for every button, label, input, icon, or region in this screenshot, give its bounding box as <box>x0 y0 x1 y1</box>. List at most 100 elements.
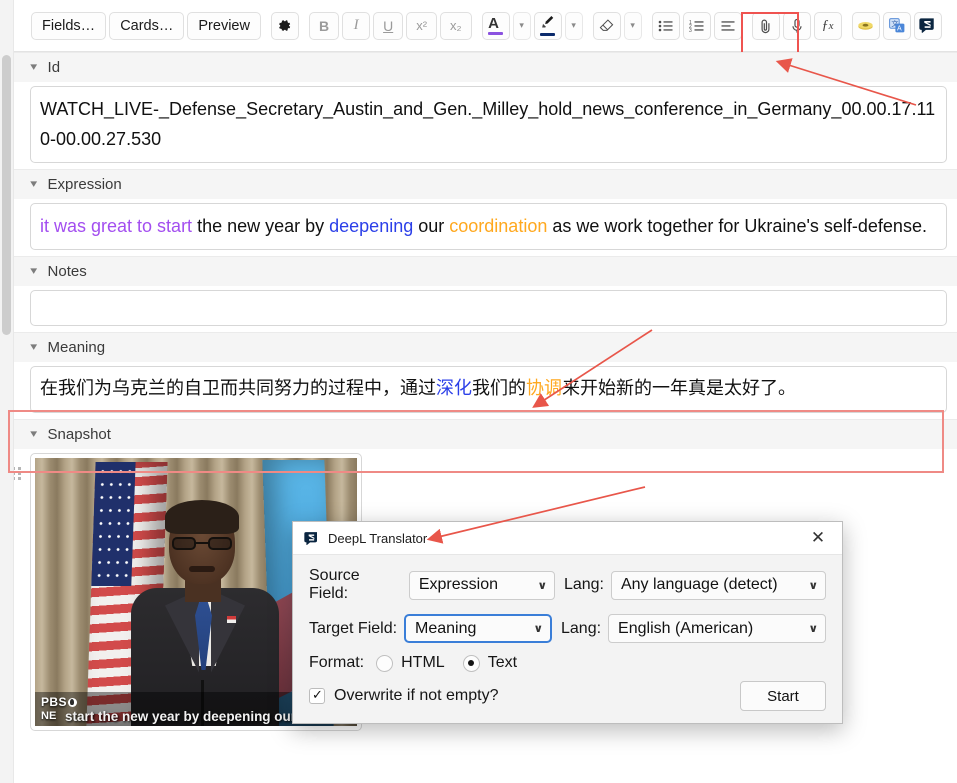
pbs-newshour-watermark: NE <box>41 710 57 722</box>
meaning-segment: 深化 <box>436 378 472 399</box>
text-color-button[interactable]: A <box>481 11 510 40</box>
field-label-meaning: Meaning <box>47 339 106 356</box>
start-button-label: Start <box>767 687 799 705</box>
drag-handle[interactable] <box>14 467 21 480</box>
chevron-down-icon: ▾ <box>30 178 38 190</box>
dialog-title-bar[interactable]: DeepL Translator ✕ <box>293 522 842 555</box>
overwrite-checkbox[interactable] <box>309 687 325 704</box>
chevron-down-icon: ∨ <box>808 623 819 635</box>
field-label-id: Id <box>47 59 61 76</box>
field-input-expression[interactable]: it was great to start the new year by de… <box>30 203 947 250</box>
remove-formatting-button[interactable] <box>592 11 621 40</box>
dialog-title: DeepL Translator <box>328 530 428 546</box>
settings-gear-button[interactable] <box>270 11 299 40</box>
gear-icon <box>279 20 291 31</box>
chevron-down-icon: ▾ <box>630 20 635 30</box>
eraser-icon <box>599 19 614 31</box>
preview-button[interactable]: Preview <box>187 11 261 40</box>
deepl-translator-button[interactable] <box>913 11 942 40</box>
superscript-button[interactable]: x² <box>406 11 438 40</box>
field-input-id[interactable]: WATCH_LIVE-_Defense_Secretary_Austin_and… <box>30 86 947 163</box>
subscript-button[interactable]: x₂ <box>440 11 472 40</box>
marker-pen-icon <box>540 15 556 36</box>
field-header-id[interactable]: ▾ Id <box>14 52 957 82</box>
record-audio-button[interactable] <box>782 11 811 40</box>
field-input-notes[interactable] <box>30 290 947 326</box>
attach-media-button[interactable] <box>751 11 780 40</box>
underline-button[interactable]: U <box>373 11 404 40</box>
expression-segment: our <box>413 216 450 236</box>
target-lang-select[interactable]: English (American) ∨ <box>608 614 826 643</box>
image-occlusion-button[interactable] <box>851 11 880 40</box>
google-translate-button[interactable]: 文 A <box>882 11 911 40</box>
flag-canton <box>91 462 136 586</box>
text-color-a-icon: A <box>488 16 504 35</box>
deepl-translator-dialog: DeepL Translator ✕ Source Field: Express… <box>292 521 843 724</box>
close-icon: ✕ <box>810 528 826 547</box>
source-field-label: Source Field: <box>309 567 360 602</box>
remove-formatting-dropdown[interactable]: ▾ <box>623 11 642 40</box>
mathjax-button[interactable]: ƒx <box>813 11 842 40</box>
svg-text:3: 3 <box>689 28 692 33</box>
chevron-down-icon: ∨ <box>537 579 548 592</box>
close-button[interactable]: ✕ <box>800 523 836 553</box>
start-button[interactable]: Start <box>740 681 826 711</box>
field-input-meaning[interactable]: 在我们为乌克兰的自卫而共同努力的过程中，通过深化我们的协调来开始新的一年真是太好… <box>30 366 947 413</box>
fields-button[interactable]: Fields… <box>31 11 107 40</box>
scrollbar-thumb[interactable] <box>2 55 11 335</box>
align-button[interactable] <box>713 11 742 40</box>
chevron-down-icon: ▾ <box>30 265 38 277</box>
text-align-icon <box>721 20 735 31</box>
format-html-radio[interactable] <box>376 654 394 672</box>
meaning-segment: 在我们为乌克兰的自卫而共同努力的过程中，通过 <box>40 378 436 399</box>
meaning-segment: 协调 <box>526 378 562 399</box>
flag-lapel-pin <box>227 616 236 623</box>
bold-button[interactable]: B <box>308 11 340 40</box>
italic-button[interactable]: I <box>342 11 371 40</box>
source-row: Source Field: Expression ∨ Lang: Any lan… <box>309 567 827 603</box>
google-translate-icon: 文 A <box>888 18 904 33</box>
window-scrollbar[interactable] <box>0 0 14 783</box>
target-lang-value: English (American) <box>618 619 754 637</box>
target-lang-label: Lang: <box>561 619 602 637</box>
chevron-down-icon: ▾ <box>30 428 38 440</box>
chevron-down-icon: ▾ <box>571 20 576 30</box>
cards-button[interactable]: Cards… <box>109 11 185 40</box>
target-field-select[interactable]: Meaning ∨ <box>404 614 552 643</box>
field-header-expression[interactable]: ▾ Expression <box>14 169 957 199</box>
field-header-snapshot[interactable]: ▾ Snapshot <box>14 419 957 449</box>
expression-segment: as we work together for Ukraine's self-d… <box>547 216 927 236</box>
eyeglasses <box>172 537 232 550</box>
text-color-dropdown[interactable]: ▾ <box>512 11 531 40</box>
overwrite-row: Overwrite if not empty? Start <box>309 681 826 711</box>
chevron-down-icon: ∨ <box>533 623 544 635</box>
expression-segment: it was great to start <box>40 216 193 236</box>
field-label-snapshot: Snapshot <box>47 426 111 443</box>
field-label-notes: Notes <box>47 263 87 280</box>
format-text-radio[interactable] <box>462 654 480 672</box>
bulleted-list-button[interactable] <box>651 11 680 40</box>
deepl-logo-icon <box>304 531 317 545</box>
format-text-label: Text <box>487 654 518 671</box>
fx-icon: ƒx <box>821 17 834 33</box>
chevron-down-icon: ▾ <box>30 341 38 353</box>
chevron-down-icon: ▾ <box>519 20 524 30</box>
field-header-meaning[interactable]: ▾ Meaning <box>14 332 957 362</box>
deepl-button-wrapper <box>913 11 945 40</box>
chevron-down-icon: ∨ <box>808 579 819 592</box>
dialog-body: Source Field: Expression ∨ Lang: Any lan… <box>293 555 842 711</box>
deepl-logo-icon <box>919 18 934 33</box>
source-lang-label: Lang: <box>563 576 604 593</box>
numbered-list-icon: 1 2 3 <box>689 19 704 33</box>
hair <box>165 500 239 534</box>
target-field-label: Target Field: <box>309 619 398 637</box>
field-header-notes[interactable]: ▾ Notes <box>14 256 957 286</box>
source-lang-select[interactable]: Any language (detect) ∨ <box>610 570 827 600</box>
source-field-select[interactable]: Expression ∨ <box>408 570 555 600</box>
highlight-color-button[interactable] <box>533 11 562 40</box>
numbered-list-button[interactable]: 1 2 3 <box>682 11 711 40</box>
paperclip-icon <box>761 19 770 33</box>
source-field-value: Expression <box>418 576 499 593</box>
highlight-color-dropdown[interactable]: ▾ <box>564 11 583 40</box>
svg-text:A: A <box>897 26 902 33</box>
